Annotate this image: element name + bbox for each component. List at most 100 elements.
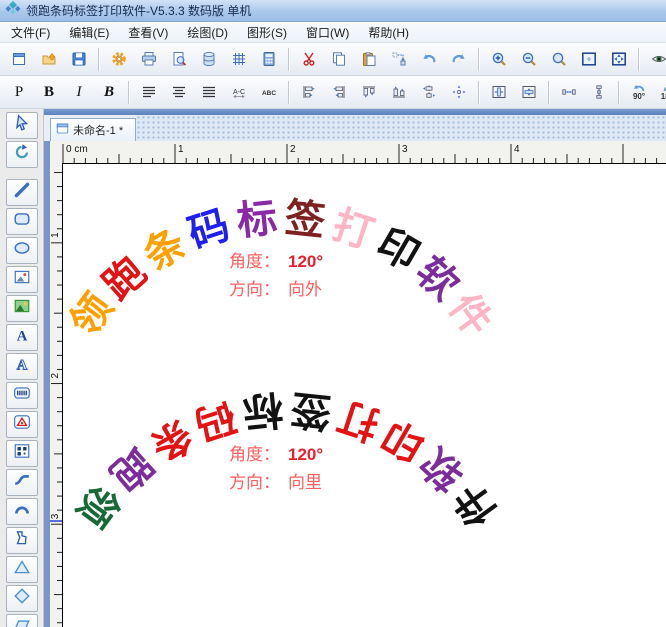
angle-value: 120° bbox=[288, 252, 323, 271]
arc-text-2-annotation[interactable]: 角度：120°方向：向里 bbox=[229, 441, 323, 497]
label-canvas[interactable]: 领跑条码标签打印软件角度：120°方向：向外领跑条码标签打印软件角度：120°方… bbox=[62, 163, 666, 627]
arc-text-2-char-7[interactable]: 打 bbox=[334, 395, 384, 445]
special-barcode-tool-button[interactable] bbox=[6, 411, 38, 438]
polygon-icon bbox=[13, 529, 31, 552]
transform-button[interactable] bbox=[384, 46, 414, 73]
undo-button[interactable] bbox=[414, 46, 444, 73]
align-left-edges-button[interactable] bbox=[294, 79, 324, 106]
align-tops-icon bbox=[361, 84, 377, 100]
format-bold-button[interactable]: B bbox=[34, 79, 64, 106]
save-file-button[interactable] bbox=[64, 46, 94, 73]
parallelogram-tool-button[interactable] bbox=[6, 614, 38, 627]
equal-spacing-horizontal-button[interactable] bbox=[554, 79, 584, 106]
fit-window-button[interactable] bbox=[574, 46, 604, 73]
text-case-button[interactable]: ABC bbox=[254, 79, 284, 106]
align-text-center-button[interactable] bbox=[164, 79, 194, 106]
toolbar-separator bbox=[618, 81, 620, 104]
align-bottom-edges-button[interactable] bbox=[384, 79, 414, 106]
arc-text-2-char-5[interactable]: 标 bbox=[241, 388, 285, 432]
align-right-edges-button[interactable] bbox=[324, 79, 354, 106]
cut-button[interactable] bbox=[294, 46, 324, 73]
open-file-button[interactable] bbox=[34, 46, 64, 73]
rotate-90-ccw-button[interactable]: 90° bbox=[624, 79, 654, 106]
format-italic-button[interactable]: I bbox=[64, 79, 94, 106]
menu-item-4[interactable]: 图形(S) bbox=[239, 23, 295, 42]
align-text-left-button[interactable] bbox=[134, 79, 164, 106]
copy-button[interactable] bbox=[324, 46, 354, 73]
rotate-tool-button[interactable] bbox=[6, 141, 38, 168]
space-h-icon bbox=[561, 84, 577, 100]
arc-text-1-char-3[interactable]: 条 bbox=[137, 223, 192, 278]
document-tab[interactable]: 未命名-1 * bbox=[50, 118, 136, 141]
database-button[interactable] bbox=[194, 46, 224, 73]
new-document-button[interactable] bbox=[4, 46, 34, 73]
fit-all-button[interactable] bbox=[604, 46, 634, 73]
arc-text-2-char-8[interactable]: 印 bbox=[376, 413, 431, 468]
grid-toggle-button[interactable] bbox=[224, 46, 254, 73]
arc-text-2-char-4[interactable]: 码 bbox=[190, 395, 240, 445]
svg-text:0 cm: 0 cm bbox=[66, 144, 88, 155]
arc-text-tool-button[interactable]: A bbox=[6, 353, 38, 380]
ellipse-tool-button[interactable] bbox=[6, 237, 38, 264]
arc-text-1-annotation[interactable]: 角度：120°方向：向外 bbox=[229, 248, 323, 304]
triangle-tool-button[interactable] bbox=[6, 556, 38, 583]
zoom-out-button[interactable] bbox=[514, 46, 544, 73]
rounded-rect-tool-button[interactable] bbox=[6, 208, 38, 235]
curve-tool-button[interactable] bbox=[6, 469, 38, 496]
arc-tool-button[interactable] bbox=[6, 498, 38, 525]
line-tool-button[interactable] bbox=[6, 179, 38, 206]
print-preview-button[interactable] bbox=[164, 46, 194, 73]
polygon-tool-button[interactable] bbox=[6, 527, 38, 554]
paste-button[interactable] bbox=[354, 46, 384, 73]
menu-item-1[interactable]: 编辑(E) bbox=[61, 23, 117, 42]
settings-button[interactable] bbox=[104, 46, 134, 73]
align-center-both-button[interactable] bbox=[444, 79, 474, 106]
center-in-page-horizontal-button[interactable] bbox=[484, 79, 514, 106]
align-rights-icon bbox=[331, 84, 347, 100]
arc-text-1-char-5[interactable]: 标 bbox=[235, 198, 279, 242]
arc-text-1-char-8[interactable]: 印 bbox=[370, 223, 425, 278]
menu-item-0[interactable]: 文件(F) bbox=[3, 23, 58, 42]
zoom-reset-button[interactable] bbox=[544, 46, 574, 73]
arc-text-1-char-7[interactable]: 打 bbox=[328, 205, 378, 255]
arc-text-1-char-4[interactable]: 码 bbox=[184, 205, 234, 255]
diamond-tool-button[interactable] bbox=[6, 585, 38, 612]
arc-text-1-char-2[interactable]: 跑 bbox=[97, 251, 153, 307]
arc-text-2-char-3[interactable]: 条 bbox=[143, 413, 198, 468]
arc-text-2-char-10[interactable]: 件 bbox=[448, 477, 504, 533]
menu-item-3[interactable]: 绘图(D) bbox=[179, 23, 236, 42]
align-bottoms-icon bbox=[391, 84, 407, 100]
cursor-arrow-icon bbox=[13, 114, 31, 137]
format-plain-button[interactable]: P bbox=[4, 79, 34, 106]
select-button[interactable] bbox=[6, 112, 38, 139]
show-objects-button[interactable] bbox=[644, 46, 666, 73]
align-text-justify-button[interactable] bbox=[194, 79, 224, 106]
menu-item-5[interactable]: 窗口(W) bbox=[298, 23, 357, 42]
menu-item-2[interactable]: 查看(V) bbox=[120, 23, 176, 42]
rotate-180-button[interactable]: 180° bbox=[654, 79, 666, 106]
print-button[interactable] bbox=[134, 46, 164, 73]
center-in-page-vertical-button[interactable] bbox=[514, 79, 544, 106]
barcode-tool-button[interactable] bbox=[6, 382, 38, 409]
align-center-horizontal-button[interactable] bbox=[414, 79, 444, 106]
device-button[interactable] bbox=[254, 46, 284, 73]
grid-icon bbox=[231, 51, 247, 67]
color-image-tool-button[interactable] bbox=[6, 295, 38, 322]
letter-spacing-button[interactable]: A-C bbox=[224, 79, 254, 106]
calculator-icon bbox=[261, 51, 277, 67]
arc-text-2-char-6[interactable]: 签 bbox=[289, 388, 333, 432]
arc-text-2-char-2[interactable]: 跑 bbox=[103, 441, 159, 497]
text-tool-button[interactable]: A bbox=[6, 324, 38, 351]
image-tool-button[interactable] bbox=[6, 266, 38, 293]
equal-spacing-vertical-button[interactable] bbox=[584, 79, 614, 106]
toolbar-separator bbox=[98, 48, 100, 71]
arc-text-1-char-6[interactable]: 签 bbox=[283, 198, 327, 242]
menu-item-6[interactable]: 帮助(H) bbox=[360, 23, 417, 42]
zoom-in-button[interactable] bbox=[484, 46, 514, 73]
redo-button[interactable] bbox=[444, 46, 474, 73]
arc-text-1-char-10[interactable]: 件 bbox=[442, 287, 498, 343]
format-bold-italic-button[interactable]: B bbox=[94, 79, 124, 106]
align-top-edges-button[interactable] bbox=[354, 79, 384, 106]
align-center-v-icon bbox=[451, 84, 467, 100]
qrcode-tool-button[interactable] bbox=[6, 440, 38, 467]
